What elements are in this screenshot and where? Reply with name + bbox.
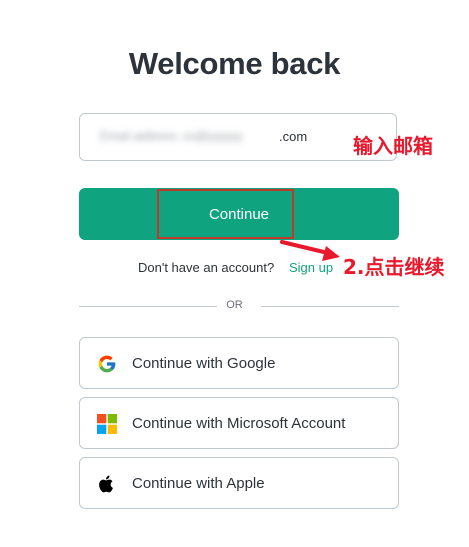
divider-label: OR bbox=[226, 299, 243, 311]
page-title: Welcome back bbox=[128, 46, 341, 81]
annotation-step1: 输入邮箱 bbox=[353, 134, 433, 158]
signup-prompt: Don't have an account? bbox=[138, 260, 275, 275]
google-icon bbox=[98, 355, 116, 373]
email-value-blurred: Email address: xx@yyyyyy bbox=[100, 129, 243, 143]
continue-with-google-button[interactable]: Continue with Google bbox=[79, 337, 399, 389]
google-label: Continue with Google bbox=[132, 355, 276, 372]
email-field[interactable]: Email address: xx@yyyyyy .com bbox=[79, 113, 397, 161]
continue-button[interactable]: Continue bbox=[79, 188, 399, 240]
email-value-suffix: .com bbox=[279, 129, 308, 144]
annotation-step2: 2.点击继续 bbox=[343, 255, 445, 279]
continue-with-apple-button[interactable]: Continue with Apple bbox=[79, 457, 399, 509]
continue-label: Continue bbox=[208, 205, 270, 223]
microsoft-label: Continue with Microsoft Account bbox=[132, 415, 346, 432]
apple-label: Continue with Apple bbox=[132, 475, 265, 492]
microsoft-icon bbox=[97, 414, 117, 434]
apple-icon bbox=[99, 475, 113, 493]
annotation-arrow-icon bbox=[280, 240, 340, 261]
continue-with-microsoft-button[interactable]: Continue with Microsoft Account bbox=[79, 397, 399, 449]
